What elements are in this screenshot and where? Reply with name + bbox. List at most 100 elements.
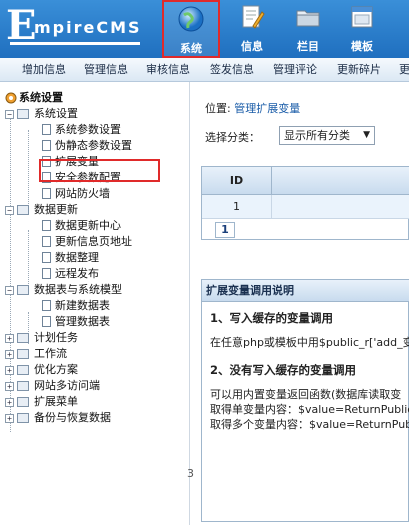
tree-group-label: 数据表与系统模型 [34,283,122,296]
tree-item[interactable]: 数据整理 [0,250,190,266]
document-edit-icon [242,5,265,29]
main-content: 位置: 管理扩展变量 选择分类： 显示所有分类 ▼ ID 1 1 扩展变量调用说… [191,82,409,525]
tree-item-label: 新建数据表 [55,299,110,312]
category-filter: 选择分类： 显示所有分类 ▼ [205,126,375,145]
usage-info-panel: 扩展变量调用说明 1、写入缓存的变量调用 在任意php或模板中用$public_… [201,279,409,522]
column-id-header: ID [202,167,272,195]
collapse-icon[interactable]: − [5,110,14,119]
tree-group-label: 网站多访问端 [34,379,100,392]
page-icon [42,124,51,135]
info-heading: 1、写入缓存的变量调用 [210,311,334,325]
tree-item[interactable]: 系统参数设置 [0,122,190,138]
tree-root: 系统设置 [0,90,190,106]
tree-group-scheduled[interactable]: + 计划任务 [0,330,190,346]
pager-current-page[interactable]: 1 [215,222,235,238]
tree-item-label: 系统参数设置 [55,123,121,136]
nav-column-label: 栏目 [297,40,319,53]
subnav-add-info[interactable]: 增加信息 [22,58,66,81]
page-icon [42,140,51,151]
expand-icon[interactable]: + [5,398,14,407]
tree-item-label: 伪静态参数设置 [55,139,132,152]
category-select[interactable]: 显示所有分类 ▼ [279,126,375,145]
folder-icon [17,333,29,343]
page-icon [42,316,51,327]
subnav-update-fragments[interactable]: 更新碎片 [337,58,381,81]
chevron-down-icon: ▼ [363,130,370,140]
subnav-manage-info[interactable]: 管理信息 [84,58,128,81]
tree-group-optimize[interactable]: + 优化方案 [0,362,190,378]
nav-column-button[interactable]: 栏目 [284,0,332,58]
nav-system-button[interactable]: 系统 [162,0,220,58]
tree-item[interactable]: 远程发布 [0,266,190,282]
info-text: 取得单变量内容：$value=ReturnPublicA [210,403,409,416]
nav-template-label: 模板 [351,40,373,53]
folder-icon [17,109,29,119]
expand-icon[interactable]: + [5,366,14,375]
expand-icon[interactable]: + [5,350,14,359]
page-icon [42,236,51,247]
table-row: 1 [202,195,409,219]
page-number: 3 [187,467,194,480]
highlight-box [39,159,160,182]
breadcrumb-link[interactable]: 管理扩展变量 [234,102,300,115]
info-text: 在任意php或模板中用$public_r['add_变 [210,336,409,349]
tree-group-workflow[interactable]: + 工作流 [0,346,190,362]
tree-item-label: 远程发布 [55,267,99,280]
nav-system-label: 系统 [180,42,202,55]
expand-icon[interactable]: + [5,334,14,343]
page-icon [42,220,51,231]
folder-icon [17,205,29,215]
folder-icon [17,349,29,359]
tree-item[interactable]: 新建数据表 [0,298,190,314]
subnav-review-info[interactable]: 审核信息 [146,58,190,81]
tree-root-label: 系统设置 [19,91,63,104]
folder-icon [17,381,29,391]
tree-item[interactable]: 数据更新中心 [0,218,190,234]
subnav-more[interactable]: 更 [399,58,409,81]
subnav-manage-comments[interactable]: 管理评论 [273,58,317,81]
expand-icon[interactable]: + [5,414,14,423]
gear-icon [5,92,17,104]
expand-icon[interactable]: + [5,382,14,391]
category-select-value: 显示所有分类 [284,129,350,142]
tree-group-backup[interactable]: + 备份与恢复数据 [0,410,190,426]
page-icon [42,300,51,311]
sub-navigation: 增加信息 管理信息 审核信息 签发信息 管理评论 更新碎片 更 [0,58,409,82]
folder-icon [17,413,29,423]
page-icon [42,268,51,279]
tree-group-extend-menu[interactable]: + 扩展菜单 [0,394,190,410]
collapse-icon[interactable]: − [5,286,14,295]
tree-group-label: 数据更新 [34,203,78,216]
folder-icon [296,10,320,27]
tree-item-label: 更新信息页地址 [55,235,132,248]
tree-group-system[interactable]: − 系统设置 [0,106,190,122]
globe-icon [178,6,204,32]
tree-item[interactable]: 更新信息页地址 [0,234,190,250]
tree-group-data-update[interactable]: − 数据更新 [0,202,190,218]
sidebar: 系统设置 − 系统设置 系统参数设置 伪静态参数设置 扩展变量 安全参数配置 网… [0,82,190,525]
info-text: 可以用内置变量返回函数(数据库读取变 [210,388,402,401]
nav-template-button[interactable]: 模板 [338,0,386,58]
tree-item-label: 数据整理 [55,251,99,264]
cell-id: 1 [202,195,272,219]
tree-group-label: 系统设置 [34,107,78,120]
folder-icon [17,365,29,375]
subnav-sign-info[interactable]: 签发信息 [210,58,254,81]
tree-item[interactable]: 伪静态参数设置 [0,138,190,154]
tree-group-label: 备份与恢复数据 [34,411,111,424]
nav-info-button[interactable]: 信息 [228,0,276,58]
tree-item[interactable]: 管理数据表 [0,314,190,330]
top-header: E mpireCMS 系统 信息 栏目 模板 [0,0,409,58]
tree-group-multi-access[interactable]: + 网站多访问端 [0,378,190,394]
logo-text: mpireCMS [34,18,142,37]
logo-underline [10,42,140,45]
window-icon [351,6,373,28]
tree-item-label: 管理数据表 [55,315,110,328]
tree-item-label: 网站防火墙 [55,187,110,200]
tree-item-label: 数据更新中心 [55,219,121,232]
sidebar-tree: 系统设置 − 系统设置 系统参数设置 伪静态参数设置 扩展变量 安全参数配置 网… [0,90,190,432]
collapse-icon[interactable]: − [5,206,14,215]
tree-group-label: 优化方案 [34,363,78,376]
tree-group-tables[interactable]: − 数据表与系统模型 [0,282,190,298]
tree-item[interactable]: 网站防火墙 [0,186,190,202]
